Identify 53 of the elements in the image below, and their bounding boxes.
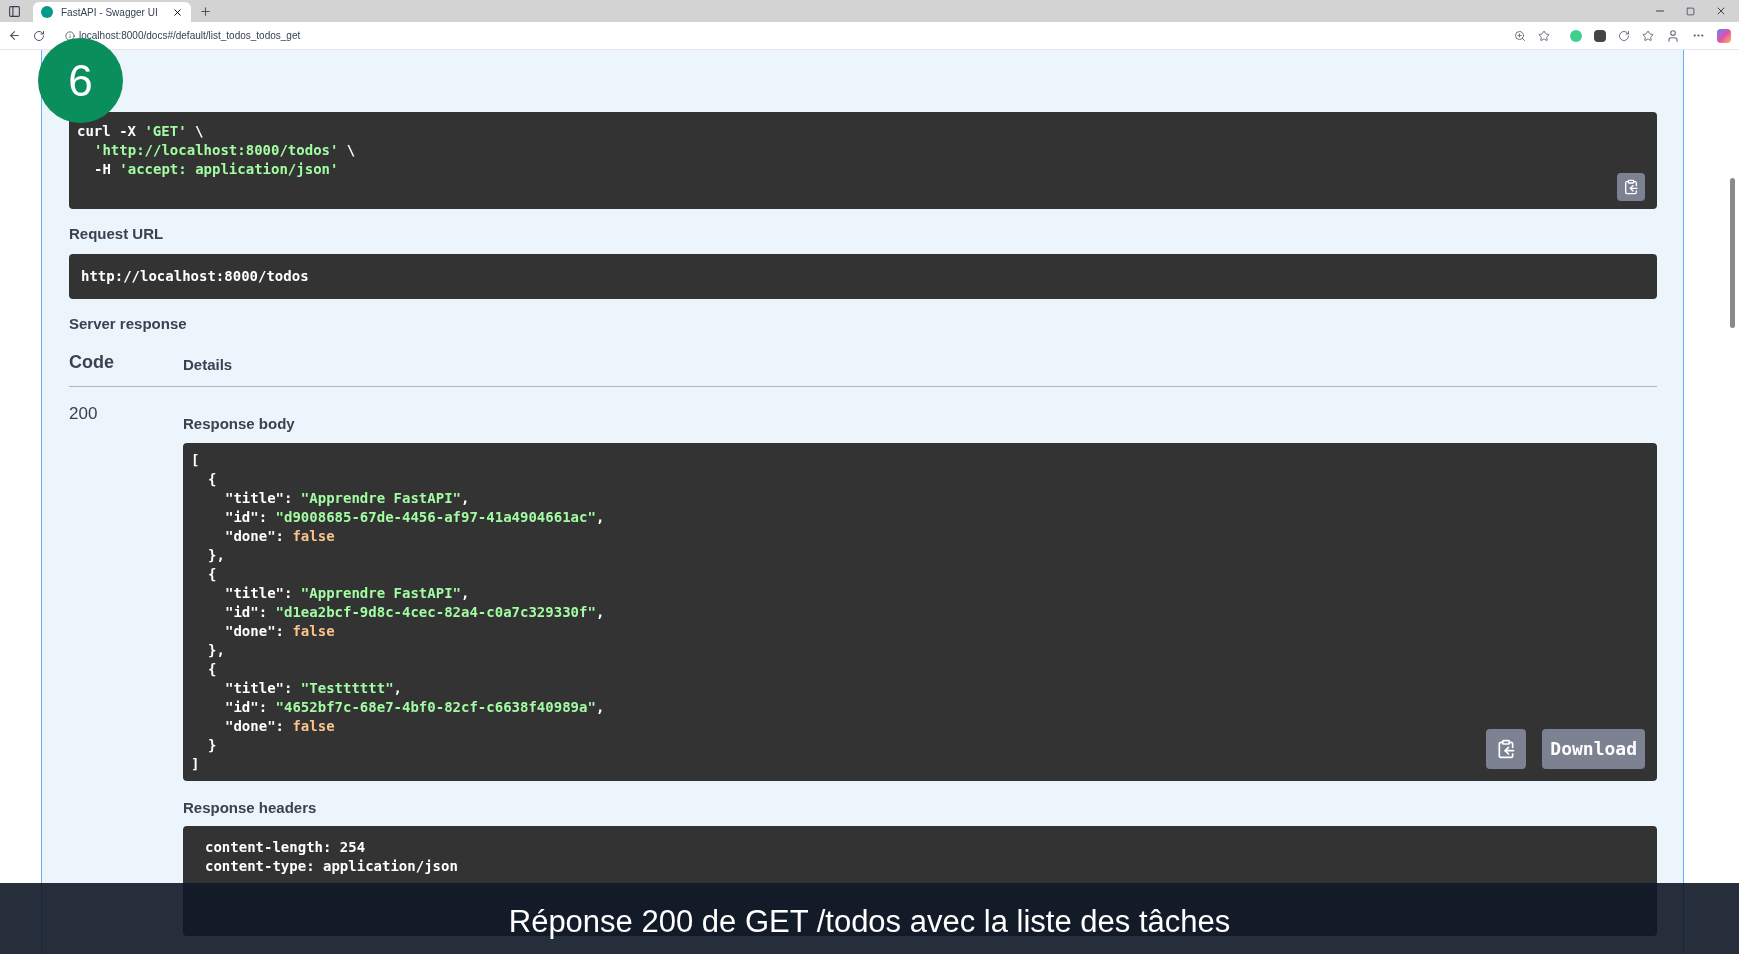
column-header: Details <box>183 354 233 375</box>
caption-text: Réponse 200 de GET /todos avec la liste des tâches <box>508 903 1231 941</box>
scrollbar[interactable] <box>1730 178 1735 328</box>
info-icon <box>65 30 75 41</box>
code-line: "id": "4652bf7c-68e7-4bf0-82cf-c6638f40989a", <box>225 697 605 717</box>
code-line: { <box>208 659 217 679</box>
code-line: "done": false <box>225 526 335 546</box>
code-line: "done": false <box>225 716 335 736</box>
code-line: ] <box>191 754 200 774</box>
section-label: Response body <box>183 414 295 434</box>
code-line: "id": "d9008685-67de-4456-af97-41a4904661ac", <box>225 507 605 527</box>
restore-icon[interactable] <box>1686 6 1695 16</box>
close-window-icon[interactable] <box>1715 5 1727 17</box>
new-tab-icon[interactable] <box>199 4 212 18</box>
section-label: Server response <box>69 313 187 334</box>
code-line: 'http://localhost:8000/todos' \ <box>94 141 356 160</box>
code-line: { <box>208 564 217 584</box>
extension-icon[interactable] <box>1618 29 1630 42</box>
code-line: "title": "Apprendre FastAPI", <box>225 583 470 603</box>
section-label: Response headers <box>183 797 317 818</box>
column-header: Code <box>69 351 115 374</box>
favorites-icon[interactable] <box>1642 29 1654 42</box>
profile-icon[interactable] <box>1666 28 1680 43</box>
header-line: content-type: application/json <box>205 857 458 876</box>
extension-icon[interactable] <box>1594 29 1606 42</box>
reload-icon[interactable] <box>33 29 45 42</box>
back-icon[interactable] <box>8 29 21 42</box>
code-line: curl -X 'GET' \ <box>77 122 204 141</box>
code-line: "title": "Testttttt", <box>225 678 402 698</box>
zoom-icon[interactable] <box>1514 29 1526 42</box>
clipboard-icon <box>1496 738 1517 759</box>
code-line: -H 'accept: application/json' <box>94 160 339 179</box>
code-line: "done": false <box>225 621 335 641</box>
clipboard-icon <box>1623 179 1639 195</box>
favorite-icon[interactable] <box>1538 29 1550 42</box>
code-line: }, <box>208 545 225 565</box>
copilot-icon[interactable] <box>1717 28 1731 43</box>
browser-tab[interactable]: FastAPI - Swagger UI <box>33 2 191 22</box>
code-line: "id": "d1ea2bcf-9d8c-4cec-82a4-c0a7c329330f", <box>225 602 605 622</box>
code-line: [ <box>191 450 200 470</box>
request-url-block: http://localhost:8000/todos <box>69 253 1657 299</box>
section-label: Request URL <box>69 224 164 244</box>
sidebar-icon[interactable] <box>8 4 21 18</box>
download-button[interactable]: Download <box>1542 728 1645 769</box>
response-code: 200 <box>69 403 99 425</box>
fastapi-logo-icon <box>41 6 53 18</box>
code-line: { <box>208 469 217 489</box>
code-line: }, <box>208 640 225 660</box>
copy-button[interactable] <box>1486 728 1527 769</box>
close-icon[interactable] <box>172 6 183 18</box>
code-line: "title": "Apprendre FastAPI", <box>225 488 470 508</box>
header-line: content-length: 254 <box>205 838 366 857</box>
code-line: } <box>208 735 217 755</box>
